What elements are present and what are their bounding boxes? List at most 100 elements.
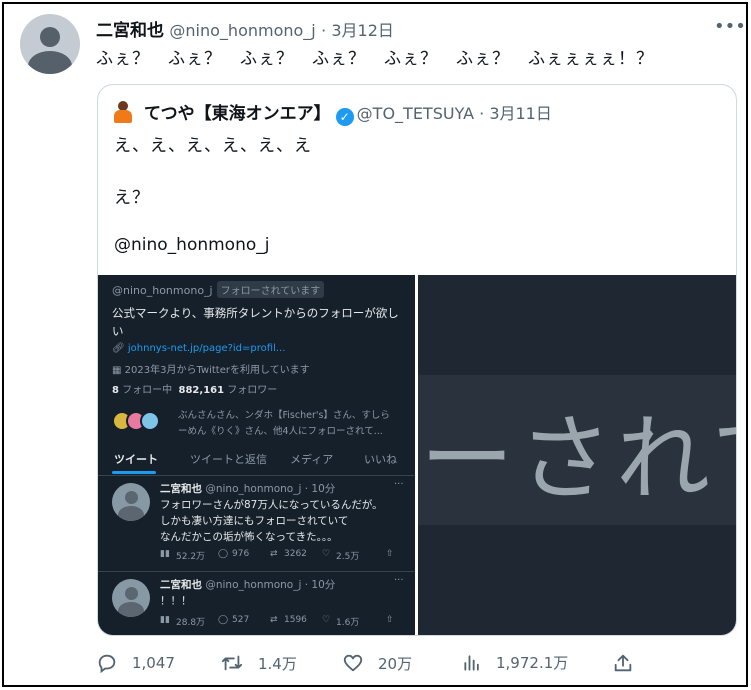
retweet-icon — [220, 652, 244, 674]
quote-header: てつや【東海オンエア】 ✓ @TO_TETSUYA · 3月11日 — [144, 99, 552, 126]
verified-badge-icon: ✓ — [335, 108, 354, 126]
share-icon: ⇧ — [386, 549, 394, 559]
reply-count: 1,047 — [132, 654, 175, 672]
views-icon: ▮▮ — [160, 549, 170, 559]
post-avatar — [112, 483, 150, 521]
quote-text-line: え、え、え、え、え、え — [114, 136, 312, 156]
tweet-text: ふぇ？ ふぇ？ ふぇ？ ふぇ？ ふぇ？ ふぇ？ ふぇぇぇぇ！？ — [96, 49, 654, 69]
link-icon: 🔗︎ — [112, 343, 125, 354]
share-icon — [612, 652, 634, 674]
profile-handle: @nino_honmono_j — [112, 284, 213, 297]
separator-dot: · — [474, 104, 490, 123]
post-text-line: ！！！ — [160, 595, 192, 607]
post-avatar — [112, 579, 150, 617]
profile-bio-line: 公式マークより、事務所タレントからのフォローが欲し — [112, 306, 399, 320]
profile-link-text: johnnys-net.jp/page?id=profil... — [127, 343, 286, 354]
post-more-icon: ··· — [394, 575, 404, 586]
divider — [98, 475, 415, 476]
views-icon — [462, 653, 482, 673]
avatar-body — [118, 602, 144, 617]
like-icon: ♡ — [322, 615, 331, 625]
separator-dot: · — [321, 21, 332, 40]
post-meta: @nino_honmono_j · 10分 — [205, 483, 336, 495]
post-text-line: しかも凄い方達にもフォローされていて — [160, 515, 349, 527]
tab-tweets: ツイート — [114, 453, 158, 466]
author-handle[interactable]: @nino_honmono_j — [169, 21, 315, 40]
post-stats: ▮▮ 52.2万 ◯ 976 ⇄ 3262 ♡ 2.5万 ⇧ — [160, 549, 410, 562]
reply-icon: ◯ — [218, 549, 229, 559]
profile-follow-counts: 8 フォロー中 882,161 フォロワー — [112, 381, 277, 396]
share-button[interactable] — [612, 652, 648, 674]
like-count: 20万 — [378, 654, 413, 673]
post-more-icon: ··· — [394, 479, 404, 490]
followed-by-line: ーめん《りく》さん、他4人にフォローされて... — [178, 426, 383, 437]
more-options-icon[interactable]: ••• — [714, 16, 746, 37]
retweet-icon: ⇄ — [270, 615, 278, 625]
post-meta: @nino_honmono_j · 10分 — [205, 579, 336, 591]
tweet-date[interactable]: 3月12日 — [331, 21, 394, 40]
joined-text: 2023年3月からTwitterを利用しています — [124, 365, 310, 376]
avatar-body — [118, 506, 144, 521]
media-image-profile-screenshot[interactable]: @nino_honmono_j フォローされています 公式マークより、事務所タレン… — [98, 275, 415, 635]
heart-icon — [342, 652, 364, 674]
like-button[interactable]: 20万 — [342, 652, 412, 674]
post-likes: 1.6万 — [336, 618, 360, 628]
followers-count: 882,161 — [178, 385, 225, 396]
views-button[interactable]: 1,972.1万 — [462, 652, 568, 673]
views-icon: ▮▮ — [160, 615, 170, 625]
profile-tabs: ツイート ツイートと返信 メディア いいね — [98, 451, 415, 477]
profile-handle-row: @nino_honmono_j フォローされています — [112, 281, 325, 298]
tab-media: メディア — [290, 453, 334, 466]
share-icon: ⇧ — [386, 615, 394, 625]
post-header: 二宮和也 @nino_honmono_j · 10分 — [160, 577, 335, 592]
post-text-line: なんだかこの垢が怖くなってきた。。。 — [160, 531, 338, 543]
quote-author-avatar[interactable] — [112, 101, 134, 123]
author-avatar[interactable] — [20, 14, 80, 74]
tab-likes: いいね — [364, 453, 397, 466]
post-retweets: 3262 — [284, 549, 307, 559]
post-views: 52.2万 — [176, 552, 206, 562]
reply-icon: ◯ — [218, 615, 229, 625]
quote-author-name[interactable]: てつや【東海オンエア】 — [144, 104, 331, 124]
active-tab-indicator — [112, 471, 156, 474]
profile-link: 🔗︎ johnnys-net.jp/page?id=profil... — [112, 343, 285, 354]
like-icon: ♡ — [322, 549, 331, 559]
post-author: 二宮和也 — [160, 579, 202, 591]
post-text-line: フォロワーさんが87万人になっているんだが。 — [160, 499, 383, 511]
quote-date[interactable]: 3月11日 — [489, 104, 552, 123]
quoted-tweet[interactable]: てつや【東海オンエア】 ✓ @TO_TETSUYA · 3月11日 え、え、え、え、… — [97, 84, 737, 636]
views-count: 1,972.1万 — [496, 654, 569, 672]
profile-bio-line: い — [112, 324, 124, 338]
post-views: 28.8万 — [176, 618, 206, 628]
media-image-zoomed-crop[interactable]: ーされて — [418, 275, 736, 635]
quote-mention[interactable]: @nino_honmono_j — [114, 235, 269, 255]
post-likes: 2.5万 — [336, 552, 360, 562]
retweet-icon: ⇄ — [270, 549, 278, 559]
quote-author-handle[interactable]: @TO_TETSUYA — [357, 104, 474, 123]
avatar-head — [40, 27, 60, 47]
tweet-header: 二宮和也 @nino_honmono_j · 3月12日 — [96, 16, 394, 41]
calendar-icon: ▦ — [112, 365, 122, 376]
retweet-count: 1.4万 — [258, 654, 297, 673]
zoomed-text: ーされて — [420, 405, 736, 514]
mini-avatar — [140, 411, 160, 431]
author-name[interactable]: 二宮和也 — [96, 21, 164, 41]
profile-joined: ▦ 2023年3月からTwitterを利用しています — [112, 361, 310, 376]
post-author: 二宮和也 — [160, 483, 202, 495]
reply-button[interactable]: 1,047 — [96, 652, 175, 674]
tab-tweets-and-replies: ツイートと返信 — [190, 453, 267, 466]
post-replies: 976 — [232, 549, 250, 559]
post-replies: 527 — [232, 615, 250, 625]
retweet-button[interactable]: 1.4万 — [220, 652, 297, 674]
post-header: 二宮和也 @nino_honmono_j · 10分 — [160, 481, 335, 496]
avatar-body — [114, 110, 132, 123]
avatar-body — [28, 51, 72, 74]
screenshot-frame: 二宮和也 @nino_honmono_j · 3月12日 ••• ふぇ？ ふぇ？… — [2, 2, 748, 687]
followed-by-line: ぶんさんさん、ンダホ【Fischer's】さん、すしら — [178, 410, 390, 421]
avatar-head — [125, 587, 138, 600]
post-retweets: 1596 — [284, 615, 307, 625]
reply-icon — [96, 652, 118, 674]
avatar-head — [125, 491, 138, 504]
post-stats: ▮▮ 28.8万 ◯ 527 ⇄ 1596 ♡ 1.6万 ⇧ — [160, 615, 410, 628]
follows-you-badge: フォローされています — [216, 281, 325, 298]
